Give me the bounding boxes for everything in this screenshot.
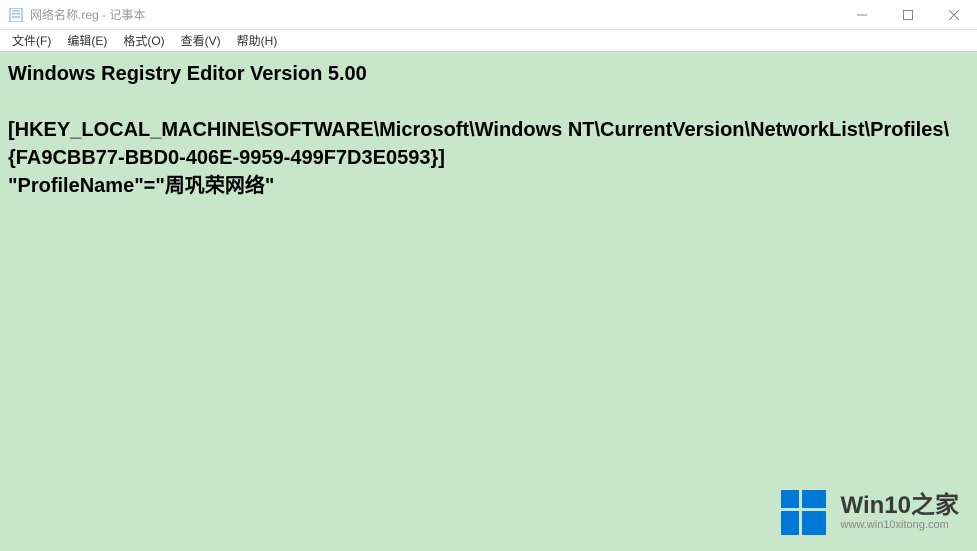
menu-help[interactable]: 帮助(H) — [229, 30, 286, 51]
minimize-button[interactable] — [839, 0, 885, 29]
watermark-subtitle: www.win10xitong.com — [841, 519, 959, 531]
notepad-icon — [8, 7, 24, 23]
editor-area[interactable]: Windows Registry Editor Version 5.00 [HK… — [0, 52, 977, 551]
editor-text-line: "ProfileName"="周巩荣网络" — [8, 172, 969, 200]
editor-text-line: [HKEY_LOCAL_MACHINE\SOFTWARE\Microsoft\W… — [8, 116, 969, 172]
editor-blank-line — [8, 88, 969, 116]
watermark-title: Win10之家 — [841, 493, 959, 519]
maximize-button[interactable] — [885, 0, 931, 29]
editor-text-line: Windows Registry Editor Version 5.00 — [8, 60, 969, 88]
close-button[interactable] — [931, 0, 977, 29]
menu-edit[interactable]: 编辑(E) — [59, 30, 115, 51]
window-title: 网络名称.reg - 记事本 — [30, 6, 839, 23]
watermark-text: Win10之家 www.win10xitong.com — [841, 493, 959, 531]
menu-format[interactable]: 格式(O) — [115, 30, 172, 51]
windows-logo-icon — [781, 487, 831, 537]
titlebar: 网络名称.reg - 记事本 — [0, 0, 977, 30]
menu-file[interactable]: 文件(F) — [4, 30, 59, 51]
watermark: Win10之家 www.win10xitong.com — [781, 487, 959, 537]
window-controls — [839, 0, 977, 29]
menu-view[interactable]: 查看(V) — [173, 30, 229, 51]
menubar: 文件(F) 编辑(E) 格式(O) 查看(V) 帮助(H) — [0, 30, 977, 52]
